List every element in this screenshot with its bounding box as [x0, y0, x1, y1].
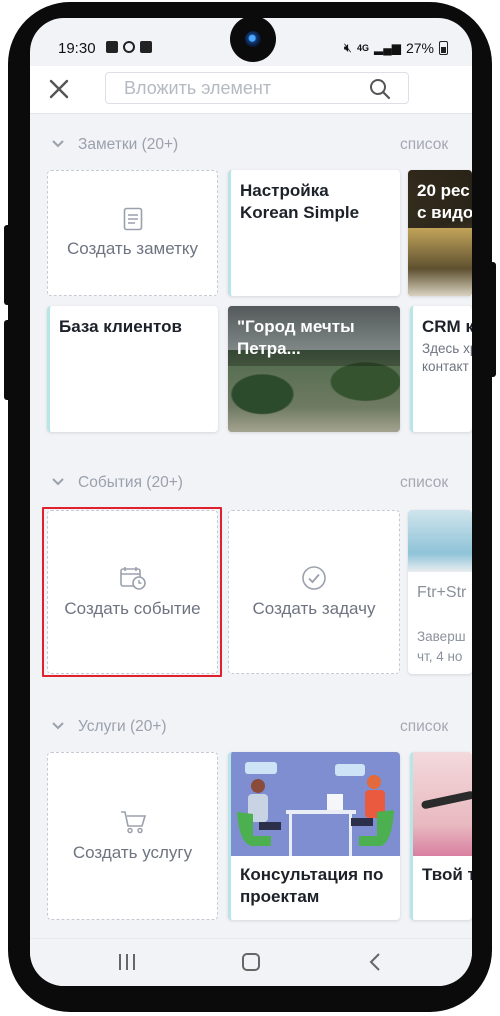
section-header-notes[interactable]: Заметки (20+) список	[30, 134, 472, 158]
phone-side-button-left-lower	[4, 320, 12, 400]
status-time: 19:30	[58, 40, 96, 57]
create-service-card[interactable]: Создать услугу	[47, 752, 218, 920]
search-icon[interactable]	[368, 77, 392, 101]
chevron-down-icon[interactable]	[52, 139, 64, 149]
search-notification-icon	[123, 41, 135, 53]
chevron-down-icon[interactable]	[52, 721, 64, 731]
service-title: Консультация по проектам	[240, 865, 384, 906]
event-title: Ftr+Str	[417, 584, 467, 601]
search-input[interactable]	[106, 73, 346, 103]
consultation-illustration	[231, 752, 400, 856]
status-right-icons: 🔇︎ 4G ▂▄▆ 27%	[344, 40, 448, 56]
restaurant-photo	[408, 228, 472, 296]
service-card[interactable]: Твой т	[410, 752, 472, 920]
network-label: 4G	[356, 43, 369, 53]
section-header-events[interactable]: События (20+) список	[30, 472, 472, 496]
list-view-link[interactable]: список	[400, 136, 448, 154]
phone-side-button-left	[4, 225, 12, 305]
event-card[interactable]: Ftr+Str Заверш чт, 4 но	[408, 510, 472, 674]
create-note-card[interactable]: Создать заметку	[47, 170, 218, 296]
note-title: "Город мечты Петра...	[228, 306, 400, 366]
fitness-photo	[408, 510, 472, 572]
note-card[interactable]: Настройка Korean Simple	[228, 170, 400, 296]
section-title: Заметки (20+)	[78, 136, 179, 153]
create-task-label: Создать задачу	[252, 599, 376, 618]
create-event-card[interactable]: Создать событие	[47, 510, 218, 674]
android-nav-bar	[30, 938, 472, 986]
yoga-figure	[420, 790, 472, 810]
phone-side-button-right	[488, 262, 496, 377]
mute-icon: 🔇︎	[343, 40, 352, 55]
create-service-label: Создать услугу	[72, 843, 193, 862]
note-card[interactable]: База клиентов	[47, 306, 218, 432]
signal-icon: ▂▄▆	[374, 41, 401, 55]
note-title: База клиентов	[59, 317, 182, 336]
search-field[interactable]	[105, 72, 409, 104]
gallery-icon	[106, 41, 118, 53]
list-view-link[interactable]: список	[400, 474, 448, 492]
status-notification-icons	[106, 41, 152, 53]
yoga-photo	[413, 752, 472, 856]
note-title: CRM к	[422, 317, 472, 336]
service-title: Твой т	[422, 865, 472, 884]
home-icon[interactable]	[239, 951, 263, 973]
calendar-clock-icon	[119, 567, 146, 590]
create-task-card[interactable]: Создать задачу	[228, 510, 400, 674]
section-header-services[interactable]: Услуги (20+) список	[30, 716, 472, 740]
phone-screen: 19:30 🔇︎ 4G ▂▄▆ 27% Заметки (20+	[30, 18, 472, 986]
app-notification-icon	[140, 41, 152, 53]
check-circle-icon	[302, 566, 326, 590]
event-status: Заверш	[417, 629, 466, 644]
recent-apps-icon[interactable]	[115, 951, 139, 973]
note-icon	[123, 207, 142, 231]
cart-icon	[120, 811, 146, 834]
note-card-image[interactable]: 20 рес с видо	[408, 170, 472, 296]
service-card[interactable]: Консультация по проектам	[228, 752, 400, 920]
note-card[interactable]: CRM к Здесь хр контакт	[410, 306, 472, 432]
battery-icon	[439, 41, 448, 55]
search-header	[30, 66, 472, 114]
note-card-image[interactable]: "Город мечты Петра...	[228, 306, 400, 432]
create-note-label: Создать заметку	[66, 239, 199, 258]
front-camera	[230, 16, 276, 62]
section-title: Услуги (20+)	[78, 718, 167, 735]
back-icon[interactable]	[364, 951, 388, 973]
event-date: чт, 4 но	[417, 649, 463, 664]
chevron-down-icon[interactable]	[52, 477, 64, 487]
section-title: События (20+)	[78, 474, 183, 491]
list-view-link[interactable]: список	[400, 718, 448, 736]
note-subtitle: Здесь хр контакт	[422, 341, 472, 374]
battery-percent: 27%	[405, 40, 434, 56]
create-event-label: Создать событие	[64, 599, 201, 618]
note-title: 20 рес с видо	[408, 170, 472, 230]
note-title: Настройка Korean Simple	[240, 181, 360, 222]
close-icon[interactable]	[48, 78, 70, 100]
